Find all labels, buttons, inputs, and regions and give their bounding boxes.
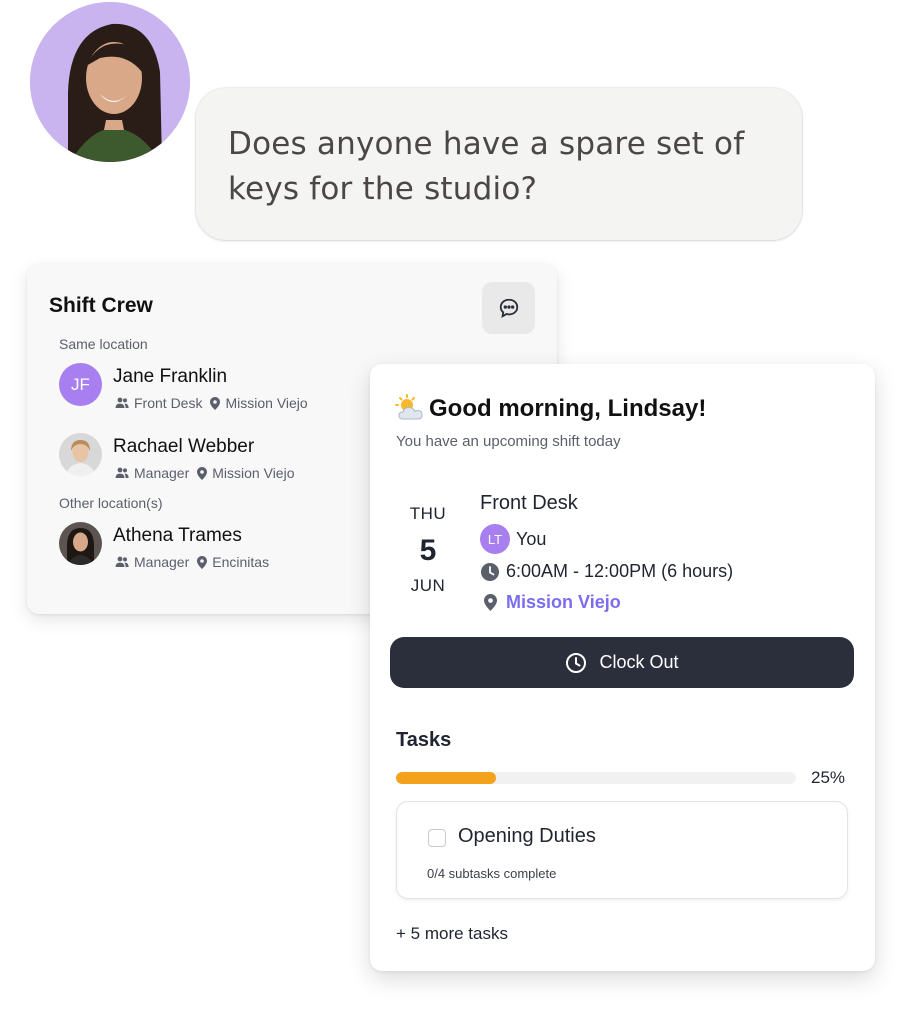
greeting-text: Good morning, Lindsay! (429, 395, 707, 422)
location-pin-icon (210, 396, 221, 410)
clock-out-button[interactable]: Clock Out (390, 637, 854, 688)
clock-out-label: Clock Out (599, 652, 679, 672)
people-icon (115, 556, 129, 567)
location-pin-icon (197, 466, 208, 480)
shift-crew-title: Shift Crew (49, 294, 153, 317)
other-location-label: Other location(s) (59, 495, 163, 511)
task-subtask-status: 0/4 subtasks complete (427, 866, 557, 881)
people-icon (115, 467, 129, 478)
crew-member-meta: Front Desk Mission Viejo (115, 395, 308, 411)
task-card[interactable]: Opening Duties 0/4 subtasks complete (396, 801, 848, 899)
upcoming-shift-card: Good morning, Lindsay! You have an upcom… (370, 364, 875, 971)
people-icon (115, 397, 129, 408)
tasks-progress-percent: 25% (811, 768, 846, 787)
crew-member-role: Manager (134, 465, 190, 481)
shift-date-day: 5 (419, 534, 437, 567)
crew-member-meta: Manager Encinitas (115, 554, 269, 570)
crew-member-name: Jane Franklin (113, 366, 228, 387)
crew-member-meta: Manager Mission Viejo (115, 465, 295, 481)
avatar (59, 433, 102, 476)
clock-icon (566, 652, 587, 673)
upcoming-shift-subtitle: You have an upcoming shift today (396, 433, 621, 450)
assignee-label: You (516, 528, 547, 549)
chat-bubble: Does anyone have a spare set of keys for… (196, 88, 802, 240)
crew-member-location: Mission Viejo (212, 465, 295, 481)
shift-date-weekday: THU (409, 504, 447, 523)
avatar: JF (59, 363, 102, 406)
assignee-avatar: LT (480, 524, 510, 554)
task-name: Opening Duties (458, 825, 596, 847)
shift-time-range: 6:00AM - 12:00PM (6 hours) (506, 561, 734, 581)
crew-member-role: Manager (134, 554, 190, 570)
shift-location-link[interactable]: Mission Viejo (506, 592, 621, 613)
tasks-title: Tasks (396, 729, 452, 751)
clock-icon (481, 562, 499, 581)
crew-member-name: Rachael Webber (113, 436, 255, 457)
avatar (59, 522, 102, 565)
shift-location: Mission Viejo (480, 592, 621, 613)
task-checkbox[interactable] (428, 829, 446, 847)
crew-member-role: Front Desk (134, 395, 203, 411)
location-pin-icon (483, 594, 497, 611)
chat-message-line-1: Does anyone have a spare set of (228, 126, 745, 162)
chat-message-line-2: keys for the studio? (228, 171, 538, 207)
shift-date-month: JUN (410, 576, 446, 595)
shift-date: THU 5 JUN (402, 504, 454, 596)
sun-behind-cloud-icon (395, 394, 423, 420)
same-location-label: Same location (59, 336, 148, 352)
crew-member-name: Athena Trames (113, 525, 242, 546)
more-tasks-link[interactable]: + 5 more tasks (396, 924, 508, 944)
crew-chat-button[interactable] (482, 282, 535, 334)
speaker-avatar (30, 2, 190, 162)
shift-role: Front Desk (480, 492, 578, 514)
tasks-progress-fill (396, 772, 496, 784)
shift-assignee: LT You (480, 524, 546, 554)
greeting: Good morning, Lindsay! (395, 394, 706, 424)
crew-member-location: Mission Viejo (225, 395, 308, 411)
tasks-progress-bar (396, 772, 796, 784)
shift-time: 6:00AM - 12:00PM (6 hours) (480, 561, 733, 582)
location-pin-icon (197, 555, 208, 569)
chat-bubble-icon (499, 298, 518, 318)
crew-member-location: Encinitas (212, 554, 270, 570)
